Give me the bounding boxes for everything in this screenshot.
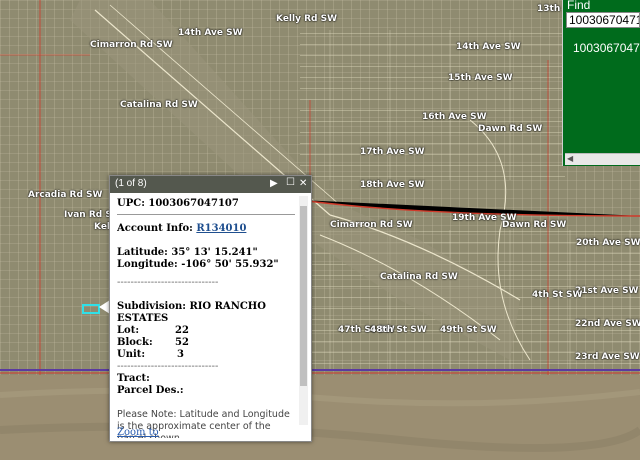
street-label: Catalina Rd SW <box>380 272 458 282</box>
block-value: 52 <box>175 337 189 348</box>
account-link[interactable]: R134010 <box>196 223 246 234</box>
street-label: Kelly Rd SW <box>276 14 338 24</box>
lot-label: Lot: <box>117 325 140 336</box>
scroll-left-arrow-icon[interactable]: ◀ <box>567 154 573 163</box>
next-feature-icon[interactable]: ▶ <box>270 178 278 190</box>
maximize-icon[interactable]: ☐ <box>286 177 295 189</box>
popup-scrollbar[interactable] <box>299 196 308 425</box>
tract-label: Tract: <box>117 373 150 384</box>
account-label: Account Info: <box>117 223 193 234</box>
street-label: 15th Ave SW <box>448 73 513 83</box>
find-horizontal-scrollbar[interactable]: ◀ <box>565 153 640 165</box>
popup-scroll-thumb[interactable] <box>300 206 307 386</box>
latitude-value: 35° 13' 15.241" <box>171 247 258 258</box>
latitude-label: Latitude: <box>117 247 168 258</box>
upc-label: UPC: <box>117 198 145 209</box>
find-title: Find <box>567 0 591 12</box>
parcel-info-popup: (1 of 8) ▶ ☐ ✕ UPC: 1003067047107 Accoun… <box>109 175 312 442</box>
longitude-label: Longitude: <box>117 259 178 270</box>
zoom-to-link[interactable]: Zoom to <box>117 427 159 438</box>
longitude-value: -106° 50' 55.932" <box>181 259 279 270</box>
street-label: 48th St SW <box>370 325 427 335</box>
street-label: 17th Ave SW <box>360 147 425 157</box>
unit-value: 3 <box>177 349 184 360</box>
street-label: 49th St SW <box>440 325 497 335</box>
street-label: Cimarron Rd SW <box>90 40 173 50</box>
street-label: Dawn Rd SW <box>502 220 567 230</box>
street-label: 23rd Ave SW <box>575 352 640 362</box>
street-label: 20th Ave SW <box>576 238 640 248</box>
street-label: Cimarron Rd SW <box>330 220 413 230</box>
street-label: 14th Ave SW <box>178 28 243 38</box>
unit-label: Unit: <box>117 349 146 360</box>
street-label: Dawn Rd SW <box>478 124 543 134</box>
street-label: 14th Ave SW <box>456 42 521 52</box>
street-label: 21st Ave SW <box>575 286 639 296</box>
street-label: 4th St SW <box>532 290 583 300</box>
parcel-des-label: Parcel Des.: <box>117 385 184 396</box>
upc-value: 1003067047107 <box>148 198 239 209</box>
find-input[interactable]: 1003067047107 <box>566 12 640 28</box>
close-icon[interactable]: ✕ <box>299 178 307 190</box>
subdivision-label: Subdivision: <box>117 301 186 312</box>
street-label: Catalina Rd SW <box>120 100 198 110</box>
street-label: Arcadia Rd SW <box>28 190 103 200</box>
find-result-item[interactable]: 1003067047107 <box>573 41 640 55</box>
separator-line: ------------------------------ <box>117 277 219 288</box>
separator-line-2: ------------------------------ <box>117 361 219 372</box>
popup-body: UPC: 1003067047107 Account Info: R134010… <box>117 198 297 438</box>
popup-header: (1 of 8) ▶ ☐ ✕ <box>110 176 311 193</box>
street-label: 18th Ave SW <box>360 180 425 190</box>
find-panel: Find 1003067047107 1003067047107 ◀ <box>562 0 640 166</box>
block-label: Block: <box>117 337 153 348</box>
selected-parcel-highlight <box>82 304 100 314</box>
street-label: 22nd Ave SW <box>575 319 640 329</box>
street-label: 16th Ave SW <box>422 112 487 122</box>
popup-count: (1 of 8) <box>115 178 147 189</box>
lot-value: 22 <box>175 325 189 336</box>
divider <box>117 214 295 215</box>
